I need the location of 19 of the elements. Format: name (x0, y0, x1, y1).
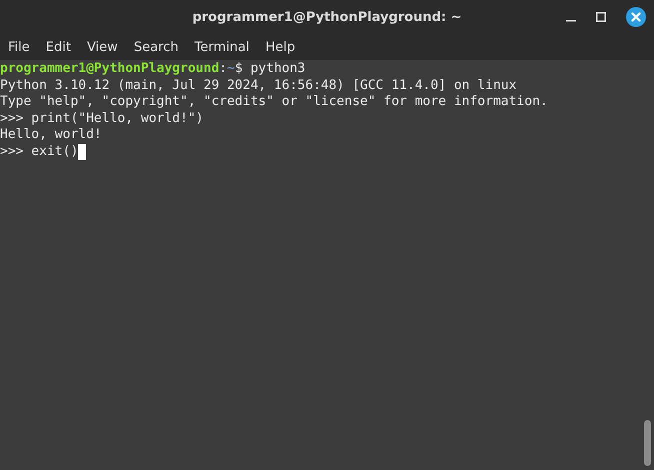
menu-item[interactable]: View (86, 40, 118, 54)
menu-item[interactable]: File (8, 40, 30, 54)
terminal-text: Python 3.10.12 (main, Jul 29 2024, 16:56:48) [GCC 11.4.0] on linux (0, 78, 517, 94)
terminal-text: >>> print("Hello, world!") (0, 110, 204, 128)
terminal-text: $ python3 (234, 61, 306, 78)
terminal-text: >>> exit() (0, 144, 78, 161)
menu-item[interactable]: Search (134, 40, 178, 54)
maximize-icon[interactable] (596, 12, 606, 22)
menu-item[interactable]: Edit (46, 40, 71, 54)
scrollbar-thumb[interactable] (644, 420, 651, 466)
window-title: programmer1@PythonPlayground: ~ (192, 10, 462, 24)
terminal-text: ~ (226, 61, 235, 78)
menu-item[interactable]: Terminal (194, 40, 250, 54)
terminal-text: programmer1@PythonPlayground (0, 61, 220, 78)
terminal-text: Hello, world! (0, 127, 102, 144)
close-icon[interactable] (626, 7, 646, 27)
terminal-text: Type "help", "copyright", "credits" or "license" for more information. (0, 94, 548, 111)
terminal-text: : (219, 61, 227, 78)
menu-item[interactable]: Help (265, 40, 296, 54)
